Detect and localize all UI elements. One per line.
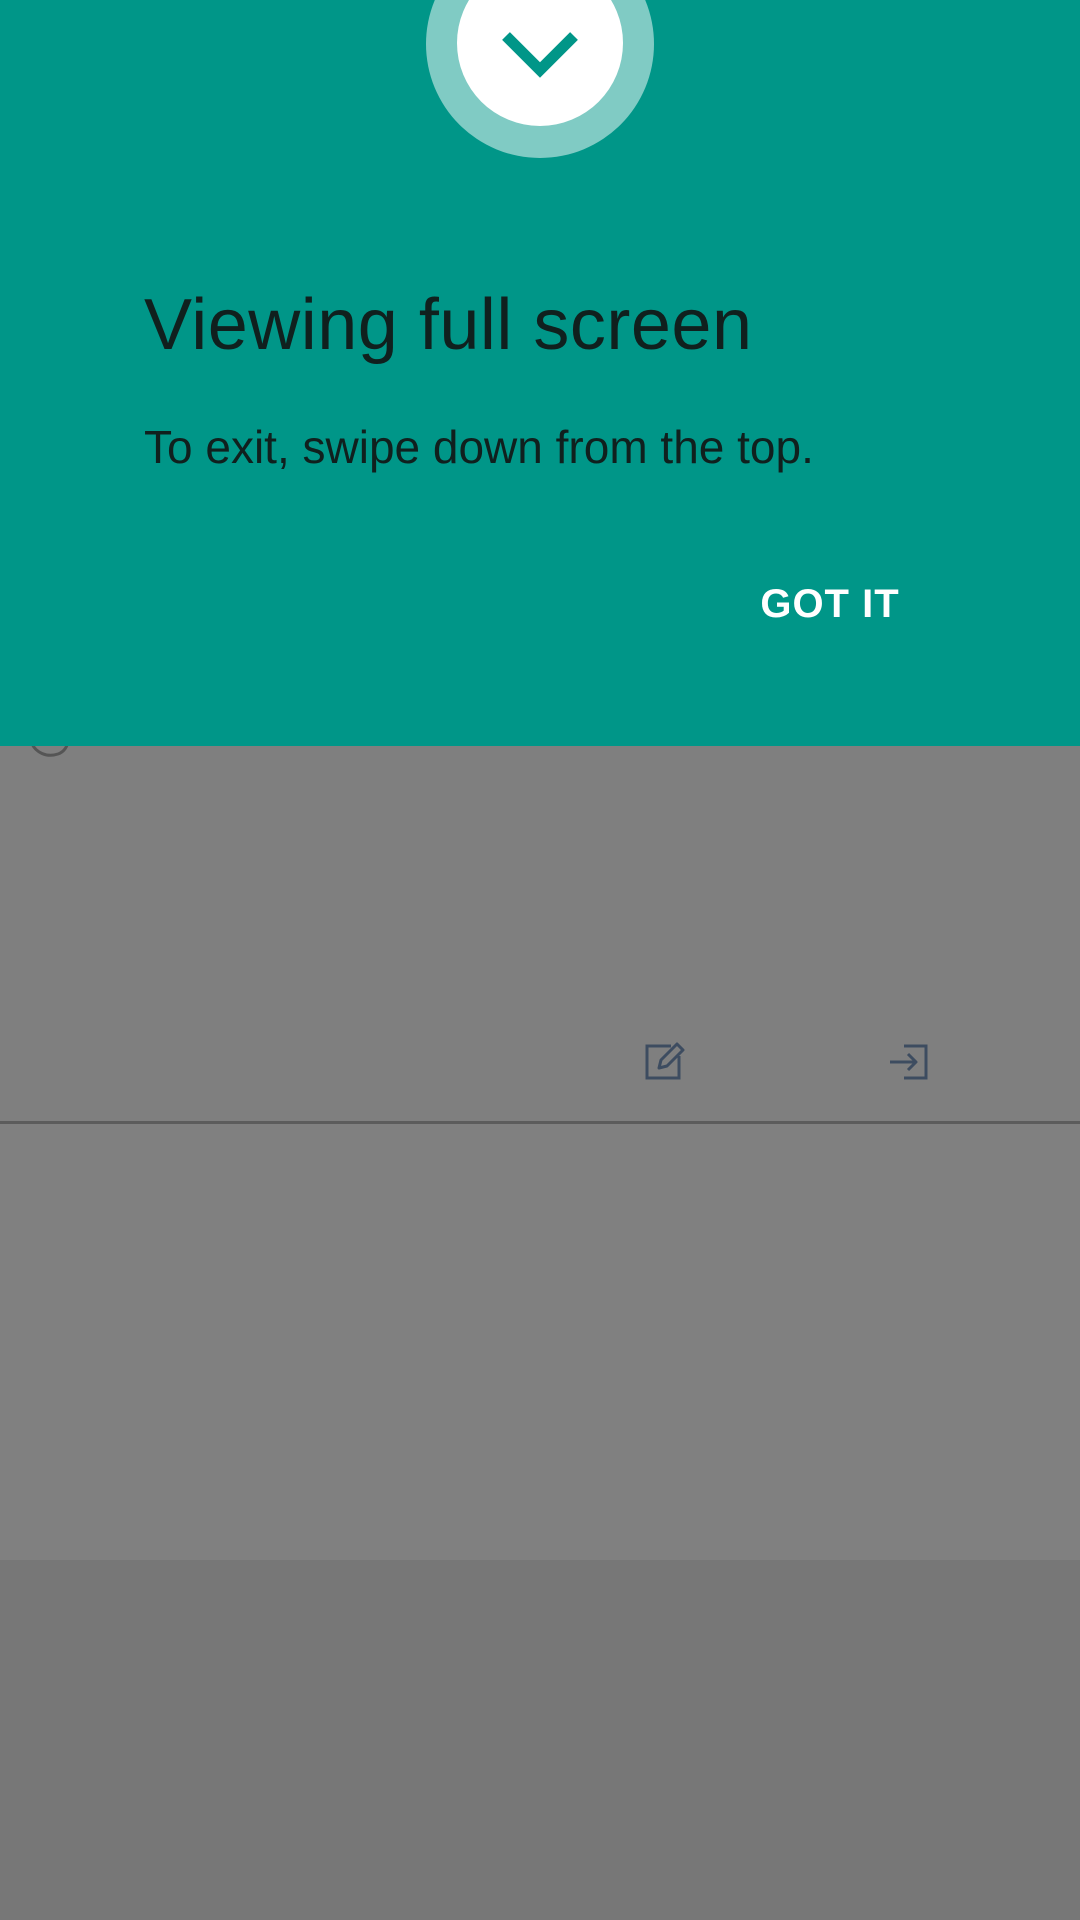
panel-title: Viewing full screen: [144, 285, 753, 365]
fullscreen-confirmation-panel: Viewing full screen To exit, swipe down …: [0, 0, 1080, 746]
chevron-down-icon: [502, 32, 578, 78]
got-it-button[interactable]: GOT IT: [740, 566, 920, 642]
background-app-panel: [0, 1124, 1080, 1560]
edit-icon[interactable]: [641, 1040, 685, 1084]
screen: Viewing full screen To exit, swipe down …: [0, 0, 1080, 1920]
background-app-footer: [0, 1560, 1080, 1920]
sign-in-icon[interactable]: [888, 1040, 932, 1084]
panel-message: To exit, swipe down from the top.: [144, 421, 814, 473]
